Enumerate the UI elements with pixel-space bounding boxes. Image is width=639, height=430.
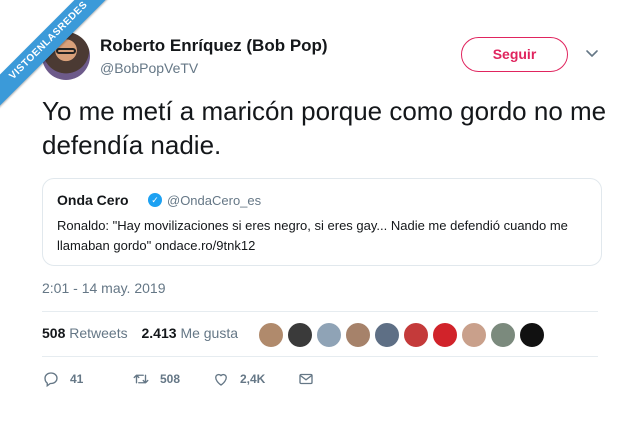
retweet-action[interactable]: 508 (132, 370, 212, 388)
quoted-author-handle: @OndaCero_es (167, 193, 262, 208)
author-name[interactable]: Roberto Enríquez (Bob Pop) (100, 36, 328, 56)
retweets-count[interactable]: 508 (42, 325, 65, 341)
quoted-author-name: Onda Cero (57, 192, 129, 208)
heart-icon[interactable] (212, 370, 230, 388)
liker-avatar[interactable] (345, 322, 371, 348)
liker-avatar[interactable] (374, 322, 400, 348)
verified-badge-icon: ✓ (148, 193, 162, 207)
tweet-actions: 41 508 2,4K (42, 370, 315, 388)
liker-avatar[interactable] (258, 322, 284, 348)
envelope-icon[interactable] (297, 370, 315, 388)
quoted-tweet-text: Ronaldo: "Hay movilizaciones si eres neg… (57, 218, 568, 253)
liker-avatar[interactable] (490, 322, 516, 348)
liker-avatars (258, 322, 548, 348)
liker-avatar[interactable] (519, 322, 545, 348)
retweet-icon[interactable] (132, 370, 150, 388)
like-action[interactable]: 2,4K (212, 370, 297, 388)
engagement-stats: 508 Retweets 2.413 Me gusta (42, 325, 238, 341)
chevron-down-icon[interactable] (585, 46, 599, 60)
reply-icon[interactable] (42, 370, 60, 388)
watermark-text: VISTOENLASREDES (0, 0, 120, 116)
liker-avatar[interactable] (403, 322, 429, 348)
reply-action[interactable]: 41 (42, 370, 132, 388)
watermark-ribbon: VISTOENLASREDES (0, 0, 120, 120)
liker-avatar[interactable] (316, 322, 342, 348)
likes-count[interactable]: 2.413 (142, 325, 177, 341)
likes-label[interactable]: Me gusta (180, 325, 238, 341)
tweet-timestamp[interactable]: 2:01 - 14 may. 2019 (42, 280, 165, 296)
retweets-label[interactable]: Retweets (69, 325, 127, 341)
liker-avatar[interactable] (432, 322, 458, 348)
tweet-text: Yo me metí a maricón porque como gordo n… (42, 96, 607, 160)
liker-avatar[interactable] (287, 322, 313, 348)
message-action[interactable] (297, 370, 315, 388)
retweet-count: 508 (160, 372, 181, 386)
quoted-tweet[interactable]: Onda Cero ✓ @OndaCero_es Ronaldo: "Hay m… (42, 178, 602, 266)
follow-button[interactable]: Seguir (461, 37, 568, 72)
reply-count: 41 (70, 372, 84, 386)
divider (42, 356, 598, 357)
like-count: 2,4K (240, 372, 266, 386)
liker-avatar[interactable] (461, 322, 487, 348)
divider (42, 311, 598, 312)
